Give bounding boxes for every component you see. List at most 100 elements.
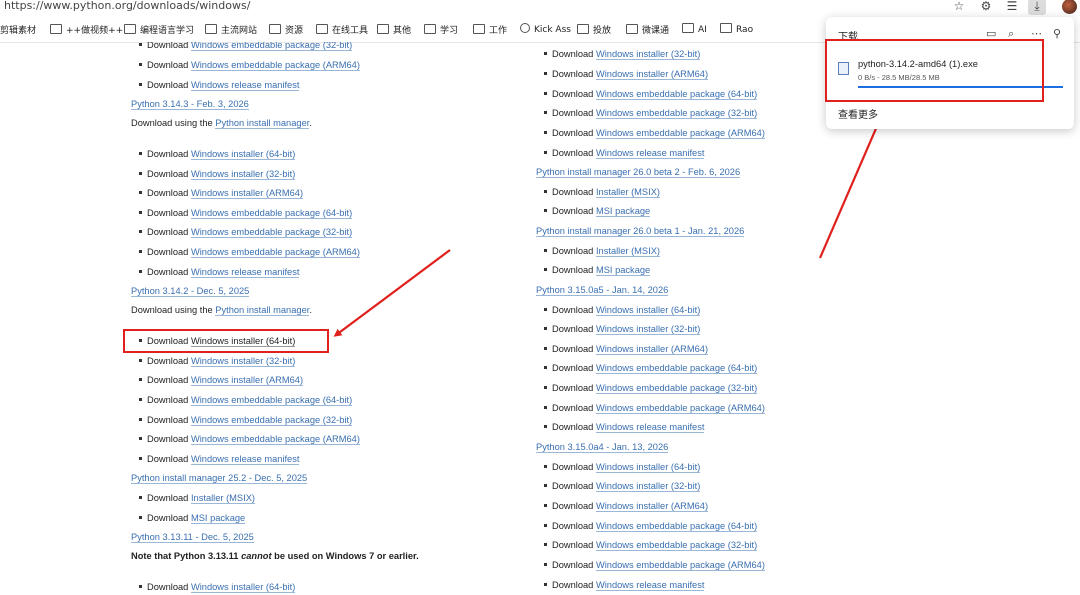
download-link[interactable]: Windows embeddable package (64-bit) xyxy=(595,363,758,374)
download-link[interactable]: Windows embeddable package (64-bit) xyxy=(190,208,353,219)
bookmark-item[interactable]: 其他 xyxy=(377,23,411,36)
bullet-icon xyxy=(139,359,142,362)
download-link[interactable]: Windows installer (32-bit) xyxy=(595,49,701,60)
see-more-link[interactable]: 查看更多 xyxy=(838,106,878,121)
download-word: Download xyxy=(147,169,189,179)
download-item: Download Windows installer (ARM64) xyxy=(147,187,304,199)
download-link[interactable]: Windows release manifest xyxy=(190,454,300,465)
extensions-icon[interactable]: ⚙ xyxy=(977,0,995,15)
bookmark-item[interactable]: 编程语言学习 xyxy=(124,23,194,36)
download-link[interactable]: Windows embeddable package (ARM64) xyxy=(190,60,360,71)
release-link[interactable]: Python 3.14.3 - Feb. 3, 2026 xyxy=(131,99,249,110)
download-link[interactable]: Windows installer (64-bit) xyxy=(595,462,701,473)
download-link[interactable]: Windows installer (32-bit) xyxy=(595,324,701,335)
download-link[interactable]: Installer (MSIX) xyxy=(595,246,661,257)
download-link[interactable]: Windows installer (32-bit) xyxy=(190,356,296,367)
bullet-icon xyxy=(544,465,547,468)
install-manager-link[interactable]: Python install manager xyxy=(215,305,310,316)
folder-icon xyxy=(424,24,436,34)
download-word: Download xyxy=(552,305,594,315)
download-link[interactable]: Windows embeddable package (ARM64) xyxy=(595,128,765,139)
download-link[interactable]: Windows embeddable package (32-bit) xyxy=(595,383,758,394)
bookmark-item[interactable]: 资源 xyxy=(269,23,303,36)
bullet-icon xyxy=(544,484,547,487)
download-word: Download xyxy=(147,227,189,237)
download-link[interactable]: Windows embeddable package (64-bit) xyxy=(190,395,353,406)
download-link[interactable]: Windows release manifest xyxy=(595,148,705,159)
download-link[interactable]: Windows release manifest xyxy=(595,580,705,591)
downloads-icon[interactable]: ⤓ xyxy=(1028,0,1046,15)
download-word: Download xyxy=(552,383,594,393)
download-link[interactable]: Windows embeddable package (ARM64) xyxy=(190,247,360,258)
download-item: Download Windows installer (64-bit) xyxy=(552,304,701,316)
download-word: Download xyxy=(552,403,594,413)
bookmark-item[interactable]: ++做视频++ xyxy=(50,23,123,36)
download-word: Download xyxy=(552,540,594,550)
download-link[interactable]: Windows installer (64-bit) xyxy=(190,582,296,593)
download-link[interactable]: Windows installer (ARM64) xyxy=(595,344,709,355)
download-link[interactable]: Installer (MSIX) xyxy=(190,493,256,504)
note-cannot: cannot xyxy=(241,551,272,561)
star-icon[interactable]: ☆ xyxy=(950,0,968,15)
download-link[interactable]: Windows embeddable package (32-bit) xyxy=(595,108,758,119)
bullet-icon xyxy=(544,543,547,546)
download-link[interactable]: Windows release manifest xyxy=(595,422,705,433)
bookmark-item[interactable]: 剪辑素材 xyxy=(0,23,36,36)
bookmark-item[interactable]: 投放 xyxy=(577,23,611,36)
download-link[interactable]: Windows embeddable package (32-bit) xyxy=(190,42,353,51)
download-link[interactable]: Windows installer (64-bit) xyxy=(595,305,701,316)
download-link[interactable]: Windows embeddable package (32-bit) xyxy=(595,540,758,551)
download-link[interactable]: Windows installer (ARM64) xyxy=(595,501,709,512)
bookmark-item[interactable]: Rao xyxy=(720,23,753,35)
download-link[interactable]: MSI package xyxy=(190,513,246,524)
download-word: Download xyxy=(147,434,189,444)
download-item: Download Windows installer (64-bit) xyxy=(147,581,296,593)
bookmark-item[interactable]: 主流网站 xyxy=(205,23,257,36)
bookmark-item[interactable]: AI xyxy=(682,23,707,35)
download-link[interactable]: Windows embeddable package (ARM64) xyxy=(190,434,360,445)
bookmark-label: AI xyxy=(698,25,707,35)
release-link[interactable]: Python install manager 26.0 beta 2 - Feb… xyxy=(536,167,741,178)
download-link[interactable]: Windows installer (ARM64) xyxy=(190,375,304,386)
download-word: Download xyxy=(552,108,594,118)
bookmark-item[interactable]: 微课通 xyxy=(626,23,669,36)
release-link[interactable]: Python 3.13.11 - Dec. 5, 2025 xyxy=(131,532,254,543)
release-heading: Python 3.15.0a4 - Jan. 13, 2026 xyxy=(536,441,669,453)
download-link[interactable]: Windows installer (64-bit) xyxy=(190,149,296,160)
favorites-icon[interactable]: ☰ xyxy=(1003,0,1021,15)
download-link[interactable]: Windows installer (ARM64) xyxy=(595,69,709,80)
bookmark-item[interactable]: 在线工具 xyxy=(316,23,368,36)
profile-avatar[interactable] xyxy=(1062,0,1077,14)
download-link[interactable]: MSI package xyxy=(595,206,651,217)
install-manager-link[interactable]: Python install manager xyxy=(215,118,310,129)
bookmark-item[interactable]: Kick Ass xyxy=(520,23,571,35)
address-bar[interactable]: https://www.python.org/downloads/windows… xyxy=(0,0,1080,16)
download-link[interactable]: Windows embeddable package (64-bit) xyxy=(595,521,758,532)
bookmark-item[interactable]: 学习 xyxy=(424,23,458,36)
download-word: Download xyxy=(552,422,594,432)
download-link[interactable]: MSI package xyxy=(595,265,651,276)
download-link[interactable]: Windows embeddable package (64-bit) xyxy=(595,89,758,100)
release-link[interactable]: Python 3.14.2 - Dec. 5, 2025 xyxy=(131,286,250,297)
download-link[interactable]: Windows embeddable package (32-bit) xyxy=(190,415,353,426)
download-link[interactable]: Windows release manifest xyxy=(190,80,300,91)
download-item: Download Windows installer (ARM64) xyxy=(552,500,709,512)
bookmark-label: Kick Ass xyxy=(534,25,571,35)
bookmark-label: 投放 xyxy=(593,26,612,36)
release-link[interactable]: Python 3.15.0a4 - Jan. 13, 2026 xyxy=(536,442,669,453)
release-link[interactable]: Python install manager 26.0 beta 1 - Jan… xyxy=(536,226,745,237)
download-link[interactable]: Windows installer (32-bit) xyxy=(595,481,701,492)
bookmark-item[interactable]: 工作 xyxy=(473,23,507,36)
download-link[interactable]: Windows release manifest xyxy=(190,267,300,278)
bullet-icon xyxy=(544,72,547,75)
url-text[interactable]: https://www.python.org/downloads/windows… xyxy=(4,0,250,12)
pin-icon[interactable]: ⚲ xyxy=(1053,27,1061,40)
download-link[interactable]: Windows embeddable package (ARM64) xyxy=(595,403,765,414)
download-link[interactable]: Windows installer (ARM64) xyxy=(190,188,304,199)
download-link[interactable]: Installer (MSIX) xyxy=(595,187,661,198)
download-link[interactable]: Windows embeddable package (ARM64) xyxy=(595,560,765,571)
release-link[interactable]: Python install manager 25.2 - Dec. 5, 20… xyxy=(131,473,308,484)
download-link[interactable]: Windows embeddable package (32-bit) xyxy=(190,227,353,238)
release-link[interactable]: Python 3.15.0a5 - Jan. 14, 2026 xyxy=(536,285,669,296)
download-link[interactable]: Windows installer (32-bit) xyxy=(190,169,296,180)
